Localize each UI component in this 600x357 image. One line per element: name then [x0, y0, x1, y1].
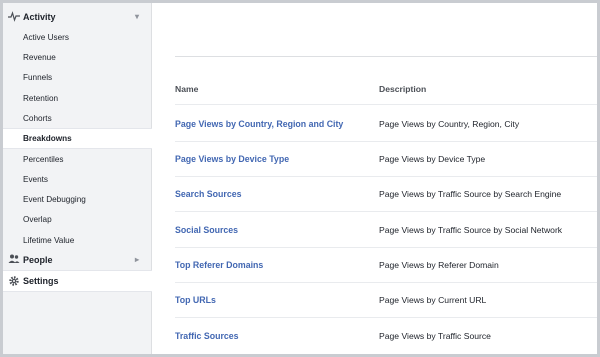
divider — [175, 56, 597, 57]
sidebar-item-retention[interactable]: Retention — [3, 89, 152, 108]
divider — [175, 176, 597, 177]
breakdown-description: Page Views by Traffic Source by Social N… — [379, 225, 563, 235]
breakdown-link-device-type[interactable]: Page Views by Device Type — [175, 154, 289, 164]
sidebar-item-revenue[interactable]: Revenue — [3, 48, 152, 67]
sidebar-item-percentiles[interactable]: Percentiles — [3, 150, 152, 169]
sidebar-item-funnels[interactable]: Funnels — [3, 68, 152, 87]
sidebar-section-activity[interactable]: Activity ▾ — [3, 6, 152, 27]
breakdown-link-top-referer-domains[interactable]: Top Referer Domains — [175, 260, 263, 270]
people-icon — [8, 254, 20, 263]
gear-icon — [9, 276, 19, 286]
sidebar-item-label: Event Debugging — [23, 195, 86, 204]
column-header-name: Name — [175, 84, 199, 94]
breakdown-description: Page Views by Traffic Source by Search E… — [379, 189, 562, 199]
column-header-description: Description — [379, 84, 427, 94]
sidebar-item-events[interactable]: Events — [3, 170, 152, 189]
sidebar-item-label: Funnels — [23, 73, 53, 82]
sidebar-item-label: Breakdowns — [23, 134, 72, 143]
divider — [175, 317, 597, 318]
sidebar-section-people[interactable]: People ▸ — [3, 249, 152, 270]
sidebar-item-breakdowns[interactable]: Breakdowns — [3, 128, 152, 149]
sidebar-item-label: Active Users — [23, 33, 69, 42]
divider — [175, 247, 597, 248]
sidebar-item-label: Lifetime Value — [23, 236, 75, 245]
sidebar-item-event-debugging[interactable]: Event Debugging — [3, 190, 152, 209]
sidebar-item-cohorts[interactable]: Cohorts — [3, 109, 152, 128]
divider — [175, 211, 597, 212]
breakdown-link-search-sources[interactable]: Search Sources — [175, 189, 242, 199]
divider — [175, 282, 597, 283]
sidebar-item-lifetime-value[interactable]: Lifetime Value — [3, 231, 152, 250]
sidebar-item-label: Percentiles — [23, 155, 64, 164]
breakdown-description: Page Views by Country, Region, City — [379, 119, 520, 129]
main-content: Name Description Page Views by Country, … — [153, 3, 597, 354]
breakdown-link-social-sources[interactable]: Social Sources — [175, 225, 238, 235]
sidebar-item-label: Events — [23, 175, 49, 184]
chevron-right-icon: ▸ — [134, 255, 139, 264]
breakdown-link-country-region-city[interactable]: Page Views by Country, Region and City — [175, 119, 343, 129]
sidebar-item-label: Revenue — [23, 53, 56, 62]
breakdown-link-top-urls[interactable]: Top URLs — [175, 295, 216, 305]
sidebar-item-label: Cohorts — [23, 114, 52, 123]
sidebar-section-label: People — [23, 254, 53, 265]
sidebar-item-label: Overlap — [23, 215, 52, 224]
sidebar-section-settings[interactable]: Settings — [3, 270, 152, 292]
activity-pulse-icon — [8, 11, 20, 22]
sidebar-section-label: Settings — [23, 276, 59, 286]
sidebar-item-active-users[interactable]: Active Users — [3, 28, 152, 47]
chevron-down-icon: ▾ — [134, 12, 139, 21]
app-window: Activity ▾ Active Users Revenue Funnels … — [0, 0, 600, 357]
sidebar-item-label: Retention — [23, 94, 59, 103]
sidebar-item-overlap[interactable]: Overlap — [3, 210, 152, 229]
breakdown-description: Page Views by Referer Domain — [379, 260, 499, 270]
breakdown-description: Page Views by Traffic Source — [379, 331, 491, 341]
breakdown-link-traffic-sources[interactable]: Traffic Sources — [175, 331, 239, 341]
divider — [175, 141, 597, 142]
divider — [175, 104, 597, 105]
sidebar: Activity ▾ Active Users Revenue Funnels … — [3, 3, 152, 354]
sidebar-section-label: Activity — [23, 11, 56, 22]
breakdown-description: Page Views by Current URL — [379, 295, 487, 305]
breakdown-description: Page Views by Device Type — [379, 154, 486, 164]
